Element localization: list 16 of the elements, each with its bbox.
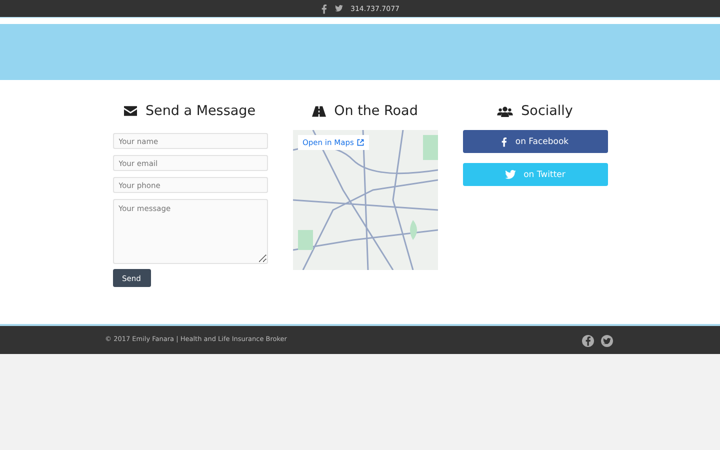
- envelope-icon: [124, 106, 138, 116]
- users-icon: [497, 106, 514, 116]
- external-link-icon: [356, 139, 364, 146]
- section-title: Socially: [521, 103, 573, 119]
- twitter-icon: [334, 5, 342, 12]
- twitter-icon: [603, 338, 611, 344]
- road-icon: [312, 106, 326, 116]
- facebook-icon: [501, 136, 508, 146]
- facebook-icon: [585, 336, 591, 346]
- twitter-link[interactable]: [601, 335, 613, 347]
- section-title: Send a Message: [145, 103, 256, 119]
- facebook-link[interactable]: [582, 335, 594, 347]
- section-title: On the Road: [334, 103, 418, 119]
- twitter-icon: [504, 170, 516, 180]
- facebook-icon: [320, 4, 326, 14]
- facebook-button[interactable]: on Facebook: [462, 130, 608, 153]
